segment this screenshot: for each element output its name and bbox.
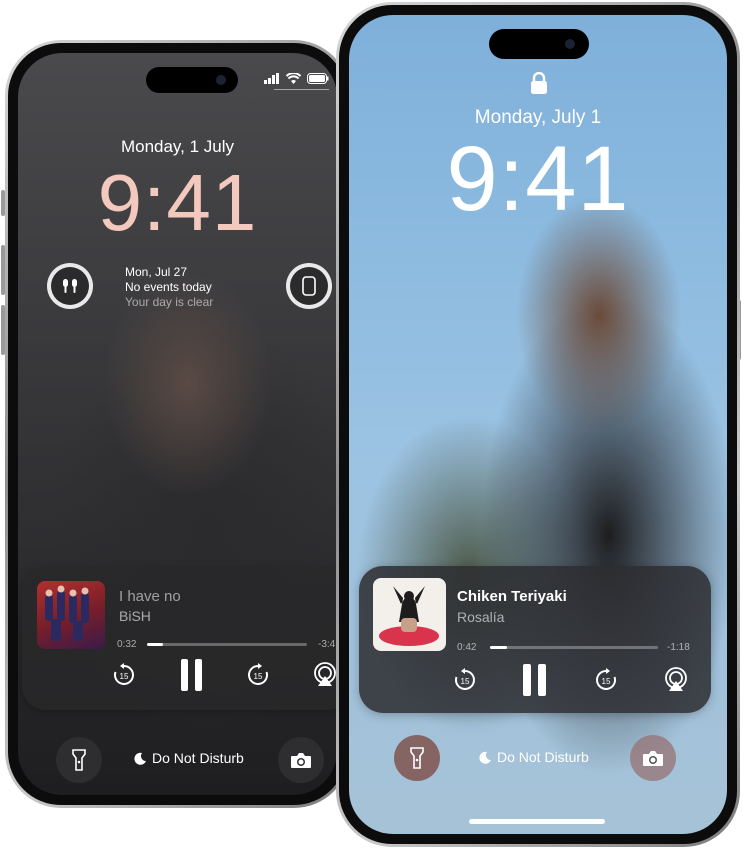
pause-button[interactable] [177, 658, 207, 692]
flashlight-icon [72, 749, 86, 771]
airplay-icon [314, 662, 336, 686]
skip-back-15-button[interactable]: 15 [110, 661, 138, 689]
left-lock-screen: Monday, 1 July 9:41 Mon, Jul 27 No event… [18, 53, 337, 795]
pause-icon [181, 659, 202, 691]
progress-bar[interactable] [490, 646, 658, 649]
status-indicator-line [274, 89, 329, 90]
home-indicator[interactable] [469, 819, 605, 824]
track-artist: BiSH [119, 608, 151, 624]
svg-text:15: 15 [120, 672, 129, 681]
elapsed-time: 0:42 [457, 642, 477, 653]
svg-text:15: 15 [254, 672, 263, 681]
right-phone: Monday, July 1 9:41 Chiken Teriyaki Rosa… [336, 2, 740, 847]
dnd-label: Do Not Disturb [497, 749, 589, 765]
phone-battery-widget[interactable] [286, 263, 332, 309]
now-playing-widget: I have no BiSH 0:32 -3:4 15 15 [22, 568, 337, 710]
skip-back-15-icon: 15 [455, 668, 475, 690]
progress-fill [147, 643, 163, 646]
elapsed-time: 0:32 [117, 639, 137, 650]
pause-icon [523, 664, 546, 696]
battery-icon [307, 73, 329, 84]
pause-button[interactable] [520, 663, 550, 697]
lock-icon [531, 72, 547, 94]
airplay-button[interactable] [662, 666, 690, 694]
lock-date: Monday, July 1 [474, 107, 602, 128]
calendar-line2: Your day is clear [125, 295, 214, 309]
skip-forward-15-button[interactable]: 15 [592, 666, 620, 694]
right-lock-screen: Monday, July 1 9:41 Chiken Teriyaki Rosa… [349, 15, 727, 834]
flashlight-button[interactable] [56, 737, 102, 783]
track-title: I have no [119, 588, 181, 605]
moon-icon [479, 751, 491, 764]
cellular-signal-icon [264, 73, 279, 84]
track-artist: Rosalía [457, 609, 505, 625]
camera-button[interactable] [278, 737, 324, 783]
skip-back-15-button[interactable]: 15 [451, 666, 479, 694]
flashlight-button[interactable] [394, 735, 440, 781]
skip-forward-15-button[interactable]: 15 [244, 661, 272, 689]
flashlight-icon [410, 747, 424, 769]
remaining-time: -3:4 [318, 639, 336, 650]
wifi-icon [286, 73, 301, 84]
album-art[interactable] [37, 581, 105, 649]
moon-icon [134, 752, 146, 765]
left-phone: Monday, 1 July 9:41 Mon, Jul 27 No event… [5, 40, 350, 808]
lock-clock: 9:41 [97, 158, 258, 247]
camera-icon [291, 752, 311, 768]
lock-date: Monday, 1 July [120, 137, 235, 156]
dynamic-island [146, 67, 238, 93]
status-bar [264, 73, 329, 84]
focus-mode-indicator[interactable]: Do Not Disturb [479, 749, 589, 765]
lock-clock: 9:41 [446, 128, 630, 230]
dnd-label: Do Not Disturb [152, 750, 244, 766]
svg-text:15: 15 [461, 677, 470, 686]
skip-forward-15-icon: 15 [596, 668, 616, 690]
calendar-date: Mon, Jul 27 [125, 265, 188, 279]
front-camera [565, 39, 575, 49]
airpods-battery-widget[interactable] [47, 263, 93, 309]
airpods-icon [63, 279, 77, 293]
airplay-icon [665, 667, 687, 691]
calendar-widget[interactable]: Mon, Jul 27 No events today Your day is … [125, 265, 213, 310]
skip-back-15-icon: 15 [114, 663, 134, 685]
skip-forward-15-icon: 15 [248, 663, 268, 685]
progress-bar[interactable] [147, 643, 307, 646]
airplay-button[interactable] [311, 661, 337, 689]
album-art-figure [379, 586, 439, 646]
svg-text:15: 15 [602, 677, 611, 686]
remaining-time: -1:18 [667, 642, 690, 653]
progress-fill [490, 646, 507, 649]
focus-mode-indicator[interactable]: Do Not Disturb [134, 750, 244, 766]
phone-icon [302, 276, 316, 296]
camera-icon [643, 750, 663, 766]
now-playing-widget: Chiken Teriyaki Rosalía 0:42 -1:18 15 15 [359, 566, 711, 713]
front-camera [216, 75, 226, 85]
album-art-figures [45, 585, 89, 641]
calendar-line1: No events today [125, 280, 212, 294]
album-art[interactable] [373, 578, 446, 651]
track-title: Chiken Teriyaki [457, 588, 567, 605]
camera-button[interactable] [630, 735, 676, 781]
dynamic-island [489, 29, 589, 59]
